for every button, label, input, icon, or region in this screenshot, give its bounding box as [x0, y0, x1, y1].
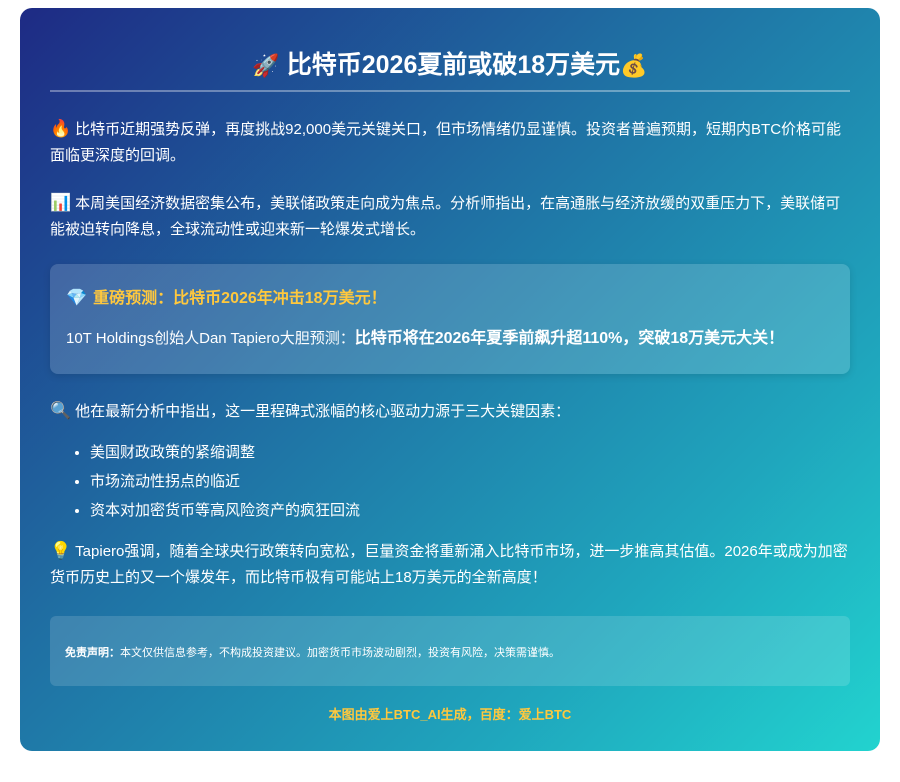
highlight-body-bold: 比特币将在2026年夏季前飙升超110%，突破18万美元大关！ — [354, 330, 785, 347]
gem-icon: 💎 — [66, 288, 88, 307]
paragraph1-text: 比特币近期强势反弹，再度挑战92,000美元关键关口，但市场情绪仍显谨慎。投资者… — [50, 121, 842, 164]
lightbulb-icon: 💡 — [50, 541, 72, 560]
chart-icon: 📊 — [50, 193, 72, 212]
title-divider — [50, 90, 850, 92]
footer-credit: 本图由爱上BTC_AI生成，百度：爱上BTC — [328, 707, 572, 722]
page-title: 🚀 比特币2026夏前或破18万美元💰 — [20, 45, 880, 81]
prediction-highlight-box: 💎 重磅预测：比特币2026年冲击18万美元！ 10T Holdings创始人Da… — [50, 264, 850, 374]
list-item: 资本对加密货币等高风险资产的疯狂回流 — [90, 496, 360, 525]
magnifier-icon: 🔍 — [50, 401, 72, 420]
disclaimer-label: 免责声明： — [65, 647, 120, 659]
highlight-body: 10T Holdings创始人Dan Tapiero大胆预测：比特币将在2026… — [66, 324, 784, 348]
paragraph-conclusion: 💡 Tapiero强调，随着全球央行政策转向宽松，巨量资金将重新涌入比特币市场，进… — [50, 538, 852, 591]
rocket-icon: 🚀 — [252, 53, 280, 78]
paragraph2-text: 本周美国经济数据密集公布，美联储政策走向成为焦点。分析师指出，在高通胀与经济放缓… — [50, 195, 841, 238]
disclaimer-box: 免责声明：本文仅供信息参考，不构成投资建议。加密货币市场波动剧烈，投资有风险，决… — [50, 616, 850, 686]
paragraph4-text: Tapiero强调，随着全球央行政策转向宽松，巨量资金将重新涌入比特币市场，进一… — [50, 543, 848, 586]
list-item: 市场流动性拐点的临近 — [90, 467, 360, 496]
factor-list: 美国财政政策的紧缩调整 市场流动性拐点的临近 资本对加密货币等高风险资产的疯狂回… — [72, 438, 360, 525]
highlight-title-text: 重磅预测：比特币2026年冲击18万美元！ — [93, 290, 387, 307]
article-card: 🚀 比特币2026夏前或破18万美元💰 🔥 比特币近期强势反弹，再度挑战92,00… — [20, 8, 880, 751]
paragraph-fed-policy: 📊 本周美国经济数据密集公布，美联储政策走向成为焦点。分析师指出，在高通胀与经济放… — [50, 190, 852, 243]
paragraph-drivers-intro: 🔍 他在最新分析中指出，这一里程碑式涨幅的核心驱动力源于三大关键因素： — [50, 398, 852, 425]
highlight-body-prefix: 10T Holdings创始人Dan Tapiero大胆预测： — [66, 330, 355, 347]
highlight-title: 💎 重磅预测：比特币2026年冲击18万美元！ — [66, 284, 387, 308]
page-title-text: 比特币2026夏前或破18万美元 — [286, 51, 621, 79]
paragraph-price-rebound: 🔥 比特币近期强势反弹，再度挑战92,000美元关键关口，但市场情绪仍显谨慎。投资… — [50, 116, 852, 169]
list-item: 美国财政政策的紧缩调整 — [90, 438, 360, 467]
disclaimer-text: 本文仅供信息参考，不构成投资建议。加密货币市场波动剧烈，投资有风险，决策需谨慎。 — [120, 647, 560, 659]
fire-icon: 🔥 — [50, 119, 72, 138]
money-bag-icon: 💰 — [620, 53, 648, 78]
paragraph3-text: 他在最新分析中指出，这一里程碑式涨幅的核心驱动力源于三大关键因素： — [75, 403, 571, 420]
